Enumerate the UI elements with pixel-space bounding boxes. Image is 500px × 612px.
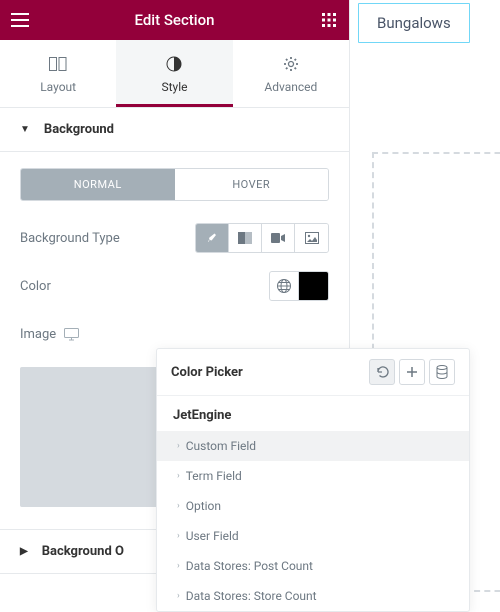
section-title: Background O (42, 544, 124, 559)
dynamic-tags-button[interactable] (369, 359, 395, 385)
section-background-toggle[interactable]: ▼ Background (0, 108, 349, 152)
add-button[interactable] (399, 359, 425, 385)
toggle-hover[interactable]: HOVER (175, 169, 329, 200)
database-button[interactable] (429, 359, 455, 385)
database-icon (436, 365, 448, 379)
color-swatch[interactable] (299, 271, 329, 301)
tab-advanced[interactable]: Advanced (233, 40, 349, 107)
undo-icon (375, 365, 389, 379)
menu-item-store-count[interactable]: › Data Stores: Store Count (157, 581, 469, 611)
bg-type-gradient[interactable] (229, 224, 262, 252)
row-bg-type: Background Type (20, 223, 329, 253)
color-picker-popover: Color Picker JetEngine › Custom Field › Te… (156, 348, 470, 612)
menu-item-label: Data Stores: Store Count (186, 589, 317, 603)
color-controls (269, 271, 329, 301)
chevron-right-icon: › (177, 441, 180, 451)
popover-header: Color Picker (157, 349, 469, 396)
canvas-section-label[interactable]: Bungalows (358, 3, 470, 43)
menu-item-option[interactable]: › Option (157, 491, 469, 521)
global-color-button[interactable] (269, 271, 299, 301)
caret-down-icon: ▼ (20, 124, 30, 135)
panel-tabs: Layout Style Advanced (0, 40, 349, 108)
menu-item-label: Option (186, 499, 221, 513)
tab-layout[interactable]: Layout (0, 40, 116, 107)
brush-icon (205, 231, 219, 245)
popover-title: Color Picker (171, 365, 369, 380)
globe-icon (276, 278, 292, 294)
desktop-icon (64, 328, 79, 341)
row-image: Image (20, 319, 329, 349)
row-color: Color (20, 271, 329, 301)
panel-header: Edit Section (0, 0, 349, 40)
menu-item-post-count[interactable]: › Data Stores: Post Count (157, 551, 469, 581)
tab-label: Style (161, 80, 187, 94)
menu-button[interactable] (0, 0, 40, 40)
chevron-right-icon: › (177, 501, 180, 511)
menu-item-term-field[interactable]: › Term Field (157, 461, 469, 491)
tab-label: Layout (40, 80, 76, 94)
layout-icon (49, 57, 67, 71)
section-title: Background (44, 122, 114, 137)
caret-right-icon: ▶ (20, 546, 28, 557)
style-icon (166, 56, 182, 72)
popover-actions (369, 359, 455, 385)
tab-style[interactable]: Style (116, 40, 232, 107)
menu-item-custom-field[interactable]: › Custom Field (157, 431, 469, 461)
bg-type-classic[interactable] (196, 224, 229, 252)
chevron-right-icon: › (177, 561, 180, 571)
gradient-icon (238, 232, 252, 244)
grid-icon (322, 13, 336, 27)
plus-icon (406, 366, 418, 378)
image-label-text: Image (20, 327, 56, 342)
bg-type-label: Background Type (20, 231, 120, 246)
panel-title: Edit Section (40, 11, 309, 29)
menu-item-label: User Field (186, 529, 239, 543)
image-label: Image (20, 327, 79, 342)
color-label: Color (20, 279, 51, 294)
state-toggle: NORMAL HOVER (20, 168, 329, 201)
image-icon (305, 232, 319, 244)
menu-item-user-field[interactable]: › User Field (157, 521, 469, 551)
bg-type-slideshow[interactable] (295, 224, 328, 252)
toggle-normal[interactable]: NORMAL (21, 169, 175, 200)
chevron-right-icon: › (177, 471, 180, 481)
menu-item-label: Data Stores: Post Count (186, 559, 313, 573)
menu-item-label: Custom Field (186, 439, 256, 453)
menu-item-label: Term Field (186, 469, 242, 483)
chevron-right-icon: › (177, 591, 180, 601)
bg-type-video[interactable] (262, 224, 295, 252)
apps-button[interactable] (309, 0, 349, 40)
hamburger-icon (11, 13, 29, 27)
popover-group-title: JetEngine (157, 396, 469, 431)
tab-label: Advanced (264, 80, 317, 94)
bg-type-group (195, 223, 329, 253)
chevron-right-icon: › (177, 531, 180, 541)
gear-icon (283, 56, 299, 72)
video-icon (271, 233, 285, 243)
